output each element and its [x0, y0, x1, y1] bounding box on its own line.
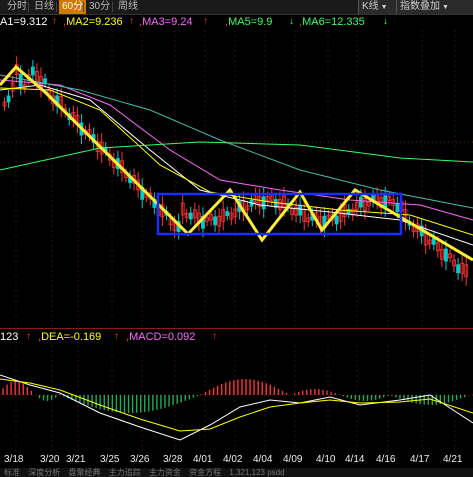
chevron-down-icon: ▼	[380, 4, 388, 11]
candle-body	[431, 237, 436, 245]
down-arrow-icon: ↓	[383, 16, 388, 27]
bottom-tab[interactable]: 主力资金	[149, 468, 181, 477]
chevron-down-icon: ▼	[442, 4, 449, 11]
date-tick-label: 4/17	[410, 454, 430, 465]
date-tick-label: 3/28	[163, 454, 183, 465]
candle-body	[444, 248, 448, 262]
candle-body	[334, 215, 339, 225]
ma3-value: ,MA3=9.24	[139, 16, 193, 28]
date-tick-label: 4/14	[345, 454, 365, 465]
candle-body	[358, 196, 363, 208]
dif-line	[0, 374, 473, 441]
date-tick-label: 4/01	[193, 454, 213, 465]
date-tick-label: 4/21	[443, 454, 463, 465]
kline-dropdown[interactable]: K线 ▼	[358, 0, 399, 14]
ma2-value: ,MA2=9.236	[63, 16, 123, 28]
candle-body	[298, 204, 303, 216]
status-text: 1,321,123 psdd	[229, 468, 285, 477]
bottom-tab[interactable]: 深度分析	[28, 468, 60, 477]
tab-30min[interactable]: 30分	[86, 0, 113, 14]
up-arrow-icon: ↑	[129, 16, 134, 27]
date-tick-label: 3/18	[4, 454, 24, 465]
index-overlay-label: 指数叠加	[400, 1, 440, 12]
up-arrow-icon: ↑	[114, 331, 119, 342]
bottom-tab-bar: 标准 深度分析 盘聚经典 主力追踪 主力资金 资金方程 1,321,123 ps…	[0, 468, 473, 477]
candle-body	[213, 216, 218, 226]
tab-intraday[interactable]: 分时	[4, 0, 30, 14]
toolbar-divider	[28, 2, 29, 12]
date-tick-label: 4/09	[283, 454, 303, 465]
ma5-value: ,MA5=9.9	[225, 16, 273, 28]
up-arrow-icon: ↑	[212, 331, 217, 342]
ma6-value: ,MA6=12.335	[299, 16, 365, 28]
date-axis: 3/18 3/20 3/21 3/25 3/26 3/28 4/01 4/02 4/04 4/09…	[0, 454, 473, 468]
date-tick-label: 3/20	[40, 454, 60, 465]
date-tick-label: 4/16	[376, 454, 396, 465]
bottom-tab[interactable]: 主力追踪	[109, 468, 141, 477]
bottom-tab[interactable]: 盘聚经典	[68, 468, 100, 477]
date-tick-label: 3/25	[100, 454, 120, 465]
date-tick-label: 4/10	[316, 454, 336, 465]
toolbar-divider	[56, 2, 57, 12]
date-tick-label: 4/02	[223, 454, 243, 465]
macd-value: ,MACD=0.092	[126, 331, 196, 343]
bottom-tab[interactable]: 标准	[4, 468, 20, 477]
period-toolbar: 分时 日线 60分 30分 周线 K线 ▼ 指数叠加 ▼	[0, 0, 473, 15]
candle-body	[225, 211, 230, 217]
toolbar-divider	[83, 2, 84, 12]
up-arrow-icon: ↑	[26, 331, 31, 342]
dea-line	[0, 378, 473, 432]
macd-legend: 123 ↑ ,DEA=-0.169 ↑ ,MACD=0.092 ↑	[0, 330, 473, 344]
bottom-tab[interactable]: 资金方程	[189, 468, 221, 477]
up-arrow-icon: ↑	[203, 16, 208, 27]
candle-body	[30, 66, 35, 76]
up-arrow-icon: ↑	[52, 16, 57, 27]
candle-body	[346, 208, 351, 214]
dea-value: ,DEA=-0.169	[38, 331, 102, 343]
down-arrow-icon: ↓	[289, 16, 294, 27]
tab-weekly[interactable]: 周线	[115, 0, 141, 14]
candle-body	[395, 203, 400, 212]
candle-body	[6, 95, 11, 103]
ma-legend: A1=9.312 ↑ ,MA2=9.236 ↑ ,MA3=9.24 ↑ ,MA5…	[0, 15, 473, 29]
candle-body	[188, 212, 193, 220]
candle-body	[18, 73, 23, 87]
kline-label: K线	[362, 1, 379, 12]
toolbar-divider	[112, 2, 113, 12]
macd-chart	[0, 345, 473, 453]
dif-value: 123	[0, 331, 19, 343]
tab-daily[interactable]: 日线	[31, 0, 57, 14]
candle-body	[43, 78, 47, 84]
price-chart	[0, 30, 473, 328]
ma1-value: A1=9.312	[0, 16, 48, 28]
index-overlay-dropdown[interactable]: 指数叠加 ▼	[396, 0, 473, 14]
date-tick-label: 3/21	[66, 454, 86, 465]
candle-body	[456, 264, 461, 274]
panel-divider	[0, 328, 473, 329]
date-tick-label: 4/04	[253, 454, 273, 465]
date-tick-label: 3/26	[130, 454, 150, 465]
candle-body	[261, 196, 266, 210]
